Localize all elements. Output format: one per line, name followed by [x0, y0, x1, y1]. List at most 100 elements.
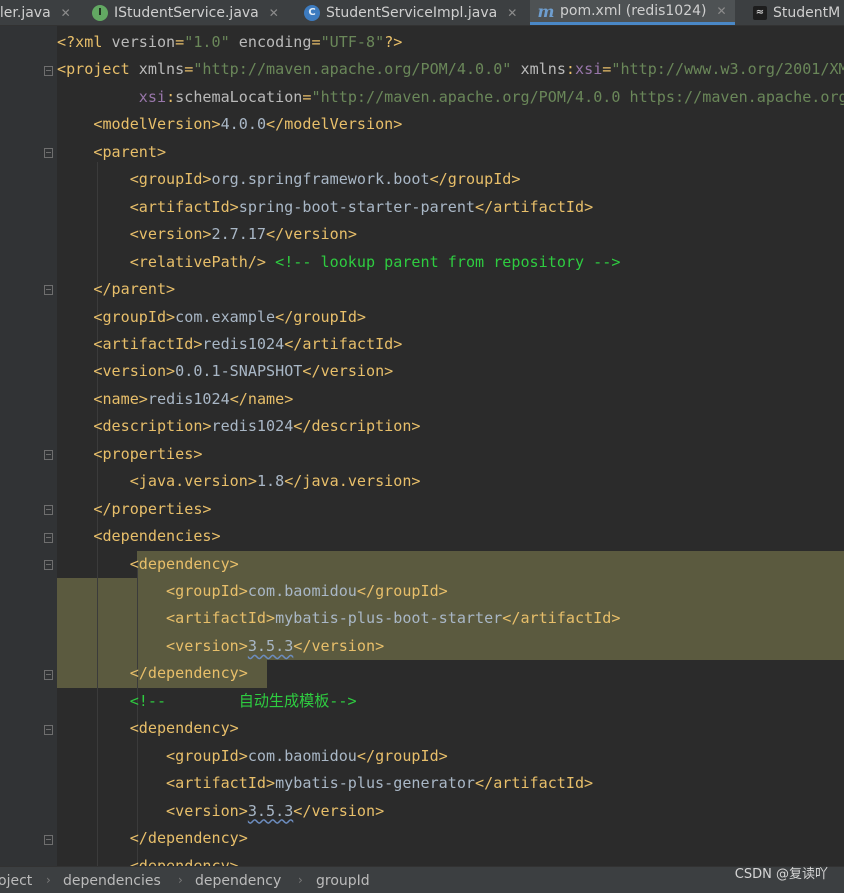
- code-token: </java.version>: [284, 472, 421, 491]
- code-line[interactable]: <groupId>com.example</groupId>: [57, 304, 366, 331]
- code-line[interactable]: <groupId>com.baomidou</groupId>: [57, 578, 448, 605]
- breadcrumb-item[interactable]: dependency: [195, 873, 281, 889]
- breadcrumb-item[interactable]: groupId: [316, 873, 370, 889]
- fold-toggle-icon[interactable]: [44, 670, 53, 680]
- code-line[interactable]: </dependency>: [57, 660, 248, 687]
- code-token: </version>: [302, 362, 394, 381]
- fold-toggle-icon[interactable]: [44, 835, 53, 845]
- breadcrumb-item[interactable]: dependencies: [63, 873, 161, 889]
- code-token: 0.0.1-SNAPSHOT: [175, 362, 303, 381]
- code-line[interactable]: </properties>: [57, 496, 212, 523]
- code-token: </artifactId>: [284, 334, 403, 353]
- code-token: </version>: [293, 801, 385, 820]
- code-token: xmlns: [138, 60, 185, 79]
- fold-toggle-icon[interactable]: [44, 285, 53, 295]
- fold-toggle-icon[interactable]: [44, 148, 53, 158]
- close-icon[interactable]: ✕: [61, 6, 71, 20]
- code-line[interactable]: <dependencies>: [57, 523, 220, 550]
- breadcrumb-item[interactable]: oject: [0, 873, 32, 889]
- code-line[interactable]: <java.version>1.8</java.version>: [57, 468, 421, 495]
- tab-studentserviceimpl[interactable]: C StudentServiceImpl.java ✕: [304, 0, 517, 25]
- code-token: 2.7.17: [211, 225, 267, 244]
- fold-toggle-icon[interactable]: [44, 450, 53, 460]
- code-token: org.springframework.boot: [211, 170, 430, 189]
- code-token: 1.8: [256, 472, 285, 491]
- watermark: CSDN @复读吖: [734, 867, 828, 882]
- code-line[interactable]: xsi:schemaLocation="http://maven.apache.…: [57, 84, 844, 111]
- code-token: </groupId>: [356, 582, 448, 600]
- code-token: =: [602, 60, 612, 79]
- code-token: </version>: [266, 225, 357, 244]
- code-token: <version>: [166, 801, 248, 820]
- breadcrumb: oject › dependencies › dependency › grou…: [0, 866, 844, 893]
- code-token: version: [111, 33, 176, 51]
- fold-toggle-icon[interactable]: [44, 533, 53, 543]
- file-icon: ≈: [753, 5, 767, 20]
- code-line[interactable]: <dependency>: [57, 551, 239, 578]
- code-line[interactable]: <artifactId>spring-boot-starter-parent</…: [57, 194, 593, 221]
- code-line[interactable]: <project xmlns="http://maven.apache.org/…: [57, 56, 844, 83]
- code-line[interactable]: <?xml version="1.0" encoding="UTF-8"?>: [57, 29, 402, 56]
- class-icon: C: [304, 4, 320, 21]
- tab-pom-xml[interactable]: m pom.xml (redis1024) ✕: [530, 0, 735, 25]
- code-line[interactable]: <relativePath/> <!-- lookup parent from …: [57, 249, 621, 276]
- selection-highlight: [137, 551, 844, 578]
- code-line[interactable]: <groupId>com.baomidou</groupId>: [57, 743, 448, 770]
- code-line[interactable]: </parent>: [57, 276, 175, 303]
- code-token: 3.5.3: [247, 801, 294, 820]
- tab-studentmapper[interactable]: ≈ StudentM: [753, 0, 840, 25]
- code-token: <dependency>: [129, 719, 239, 738]
- close-icon[interactable]: ✕: [507, 6, 517, 20]
- code-line[interactable]: <version>0.0.1-SNAPSHOT</version>: [57, 358, 393, 385]
- tab-istudentservice[interactable]: I IStudentService.java ✕: [92, 0, 279, 25]
- close-icon[interactable]: ✕: [717, 4, 727, 18]
- code-line[interactable]: <description>redis1024</description>: [57, 413, 420, 440]
- code-token: </version>: [293, 636, 385, 655]
- code-line[interactable]: <artifactId>mybatis-plus-generator</arti…: [57, 770, 593, 797]
- code-line[interactable]: <properties>: [57, 441, 202, 468]
- chevron-right-icon: ›: [46, 873, 51, 887]
- code-line[interactable]: <version>2.7.17</version>: [57, 221, 357, 248]
- code-line[interactable]: <version>3.5.3</version>: [57, 798, 384, 825]
- fold-toggle-icon[interactable]: [44, 725, 53, 735]
- tab-label: ller.java: [0, 4, 51, 21]
- code-line[interactable]: <version>3.5.3</version>: [57, 633, 384, 660]
- code-token: mybatis-plus-generator: [275, 774, 476, 793]
- code-line[interactable]: <dependency>: [57, 853, 239, 867]
- fold-toggle-icon[interactable]: [44, 505, 53, 515]
- code-token: </properties>: [93, 499, 212, 518]
- code-line[interactable]: </dependency>: [57, 825, 248, 852]
- code-token: <groupId>: [166, 746, 248, 765]
- code-token: spring-boot-starter-parent: [238, 197, 476, 216]
- code-line[interactable]: <artifactId>redis1024</artifactId>: [57, 331, 402, 358]
- code-line[interactable]: <groupId>org.springframework.boot</group…: [57, 166, 521, 193]
- code-line[interactable]: <name>redis1024</name>: [57, 386, 293, 413]
- code-token: </artifactId>: [475, 197, 594, 216]
- code-line[interactable]: <dependency>: [57, 715, 239, 742]
- fold-toggle-icon[interactable]: [44, 66, 53, 76]
- code-token: <groupId>: [129, 170, 212, 189]
- fold-toggle-icon[interactable]: [44, 560, 53, 570]
- editor-tab-bar: ller.java ✕ I IStudentService.java ✕ C S…: [0, 0, 844, 26]
- code-token: <version>: [93, 362, 176, 381]
- code-line[interactable]: <artifactId>mybatis-plus-boot-starter</a…: [57, 605, 620, 632]
- code-line[interactable]: <parent>: [57, 139, 166, 166]
- code-token: <artifactId>: [93, 334, 203, 353]
- code-token: "http://maven.apache.org/POM/4.0.0 https…: [311, 87, 844, 106]
- chevron-right-icon: ›: [298, 873, 303, 887]
- editor-gutter[interactable]: [0, 26, 57, 866]
- code-editor[interactable]: <?xml version="1.0" encoding="UTF-8"?> <p…: [57, 26, 844, 866]
- code-line[interactable]: <!-- 自动生成模板-->: [57, 688, 357, 715]
- chevron-right-icon: ›: [178, 873, 183, 887]
- code-line[interactable]: <modelVersion>4.0.0</modelVersion>: [57, 111, 402, 138]
- tab-controller[interactable]: ller.java ✕: [0, 0, 71, 25]
- tab-label: IStudentService.java: [114, 4, 259, 21]
- close-icon[interactable]: ✕: [269, 6, 279, 20]
